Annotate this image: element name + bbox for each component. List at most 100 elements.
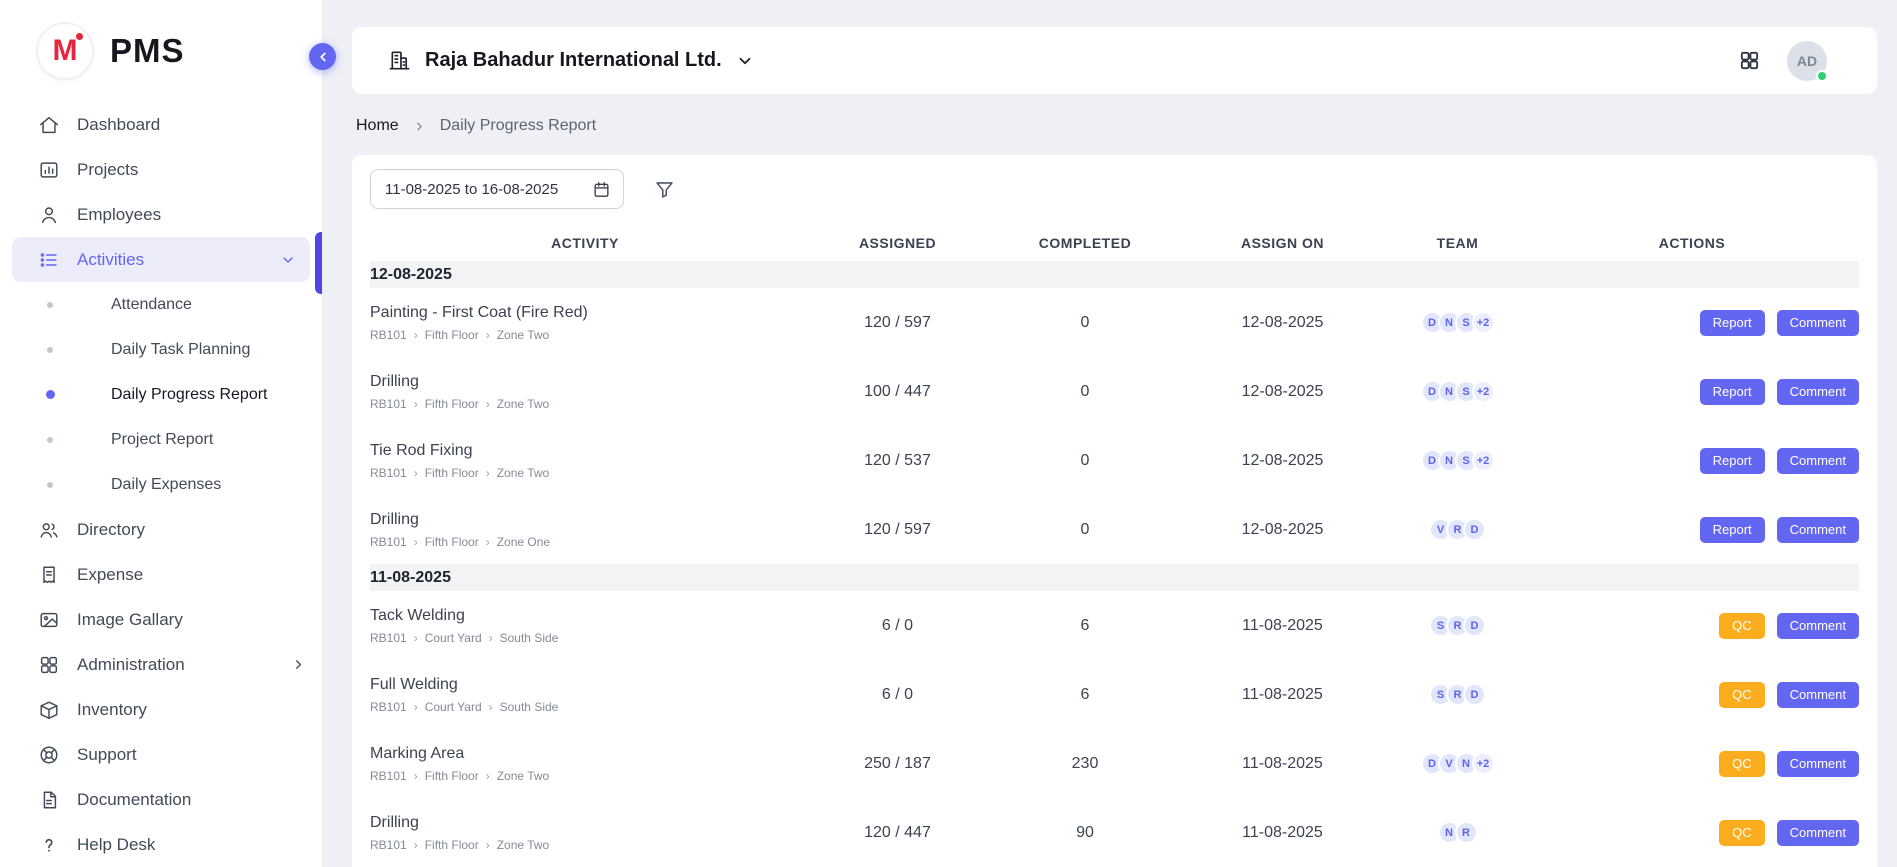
comment-button[interactable]: Comment <box>1777 310 1859 336</box>
team-extra-count: +2 <box>1472 311 1495 334</box>
column-header-assigned: ASSIGNED <box>800 235 995 251</box>
path-segment: Zone Two <box>497 466 549 480</box>
primary-action-button[interactable]: QC <box>1719 682 1765 708</box>
primary-action-button[interactable]: QC <box>1719 820 1765 846</box>
primary-action-button[interactable]: Report <box>1700 448 1765 474</box>
activity-cell: Tack Welding RB101›Court Yard›South Side <box>370 607 800 645</box>
activity-name: Marking Area <box>370 745 790 763</box>
sidebar-item-label: Dashboard <box>77 115 160 135</box>
activity-path: RB101›Fifth Floor›Zone Two <box>370 328 790 342</box>
assigned-value: 120 / 597 <box>800 314 995 332</box>
topbar: Raja Bahadur International Ltd. AD <box>352 27 1877 94</box>
comment-button[interactable]: Comment <box>1777 613 1859 639</box>
apps-grid-icon[interactable] <box>1738 49 1761 72</box>
primary-action-button[interactable]: QC <box>1719 751 1765 777</box>
table-header-row: ACTIVITY ASSIGNED COMPLETED ASSIGN ON TE… <box>370 225 1859 261</box>
primary-action-button[interactable]: Report <box>1700 517 1765 543</box>
sidebar-collapse-button[interactable] <box>309 43 336 70</box>
sidebar-item-directory[interactable]: Directory <box>0 507 322 552</box>
receipt-icon <box>38 564 60 586</box>
sidebar-item-label: Support <box>77 745 137 765</box>
sidebar-item-label: Image Gallary <box>77 610 183 630</box>
assigned-value: 250 / 187 <box>800 755 995 773</box>
avatar[interactable]: AD <box>1787 41 1827 81</box>
comment-button[interactable]: Comment <box>1777 379 1859 405</box>
comment-button[interactable]: Comment <box>1777 517 1859 543</box>
primary-action-button[interactable]: Report <box>1700 379 1765 405</box>
assigned-value: 120 / 447 <box>800 824 995 842</box>
lifebuoy-icon <box>38 744 60 766</box>
path-segment: RB101 <box>370 700 407 714</box>
chevron-right-icon: › <box>414 466 418 480</box>
activity-cell: Full Welding RB101›Court Yard›South Side <box>370 676 800 714</box>
document-icon <box>38 789 60 811</box>
comment-button[interactable]: Comment <box>1777 820 1859 846</box>
chevron-right-icon: › <box>486 466 490 480</box>
activity-name: Drilling <box>370 814 790 832</box>
date-range-input[interactable]: 11-08-2025 to 16-08-2025 <box>370 169 624 209</box>
assign-on-value: 12-08-2025 <box>1175 383 1390 401</box>
assign-on-value: 11-08-2025 <box>1175 824 1390 842</box>
logo: M <box>38 24 92 78</box>
modules-icon <box>38 654 60 676</box>
sidebar-item-label: Inventory <box>77 700 147 720</box>
sidebar-item-inventory[interactable]: Inventory <box>0 687 322 732</box>
table-row: Drilling RB101›Fifth Floor›Zone One 120 … <box>370 495 1859 564</box>
primary-action-button[interactable]: QC <box>1719 613 1765 639</box>
comment-button[interactable]: Comment <box>1777 682 1859 708</box>
path-segment: RB101 <box>370 466 407 480</box>
sidebar-item-administration[interactable]: Administration <box>0 642 322 687</box>
breadcrumb-home[interactable]: Home <box>356 117 399 135</box>
assigned-value: 6 / 0 <box>800 617 995 635</box>
actions-cell: QC Comment <box>1525 613 1859 639</box>
activity-cell: Painting - First Coat (Fire Red) RB101›F… <box>370 304 800 342</box>
actions-cell: Report Comment <box>1525 517 1859 543</box>
sidebar-item-activities[interactable]: Activities <box>12 237 310 282</box>
completed-value: 230 <box>995 755 1175 773</box>
sidebar-subitem-daily-progress-report[interactable]: Daily Progress Report <box>0 372 322 417</box>
sidebar-subitem-attendance[interactable]: Attendance <box>0 282 322 327</box>
sidebar-item-help-desk[interactable]: Help Desk <box>0 822 322 867</box>
assigned-value: 6 / 0 <box>800 686 995 704</box>
sidebar-item-dashboard[interactable]: Dashboard <box>0 102 322 147</box>
actions-cell: QC Comment <box>1525 682 1859 708</box>
column-header-assign-on: ASSIGN ON <box>1175 235 1390 251</box>
app-title: PMS <box>110 32 185 70</box>
path-segment: Zone Two <box>497 328 549 342</box>
path-segment: Zone Two <box>497 397 549 411</box>
image-icon <box>38 609 60 631</box>
activity-cell: Drilling RB101›Fifth Floor›Zone One <box>370 511 800 549</box>
report-card: 11-08-2025 to 16-08-2025 ACTIVITY ASSIGN… <box>352 155 1877 867</box>
sidebar-subitem-label: Project Report <box>111 431 213 449</box>
filter-button[interactable] <box>654 179 675 200</box>
company-selector[interactable]: Raja Bahadur International Ltd. <box>388 49 754 72</box>
table-row: Tack Welding RB101›Court Yard›South Side… <box>370 591 1859 660</box>
team-avatars: SRD <box>1390 683 1525 706</box>
sidebar-item-documentation[interactable]: Documentation <box>0 777 322 822</box>
sidebar-item-image-gallery[interactable]: Image Gallary <box>0 597 322 642</box>
sidebar-item-expense[interactable]: Expense <box>0 552 322 597</box>
completed-value: 90 <box>995 824 1175 842</box>
path-segment: Zone Two <box>497 769 549 783</box>
brand[interactable]: M PMS <box>0 0 322 102</box>
sidebar-subitem-daily-task-planning[interactable]: Daily Task Planning <box>0 327 322 372</box>
completed-value: 0 <box>995 383 1175 401</box>
logo-letter: M <box>53 34 78 68</box>
group-date: 11-08-2025 <box>370 569 451 587</box>
sidebar-item-employees[interactable]: Employees <box>0 192 322 237</box>
primary-action-button[interactable]: Report <box>1700 310 1765 336</box>
completed-value: 0 <box>995 521 1175 539</box>
sidebar-subitem-project-report[interactable]: Project Report <box>0 417 322 462</box>
filter-row: 11-08-2025 to 16-08-2025 <box>370 169 1859 209</box>
bullet-icon <box>45 437 55 443</box>
sidebar-item-projects[interactable]: Projects <box>0 147 322 192</box>
sidebar-subitem-daily-expenses[interactable]: Daily Expenses <box>0 462 322 507</box>
assign-on-value: 12-08-2025 <box>1175 521 1390 539</box>
sidebar-item-support[interactable]: Support <box>0 732 322 777</box>
assigned-value: 100 / 447 <box>800 383 995 401</box>
comment-button[interactable]: Comment <box>1777 751 1859 777</box>
comment-button[interactable]: Comment <box>1777 448 1859 474</box>
path-segment: Court Yard <box>425 631 482 645</box>
question-mark-icon <box>38 834 60 856</box>
chevron-right-icon: › <box>414 769 418 783</box>
